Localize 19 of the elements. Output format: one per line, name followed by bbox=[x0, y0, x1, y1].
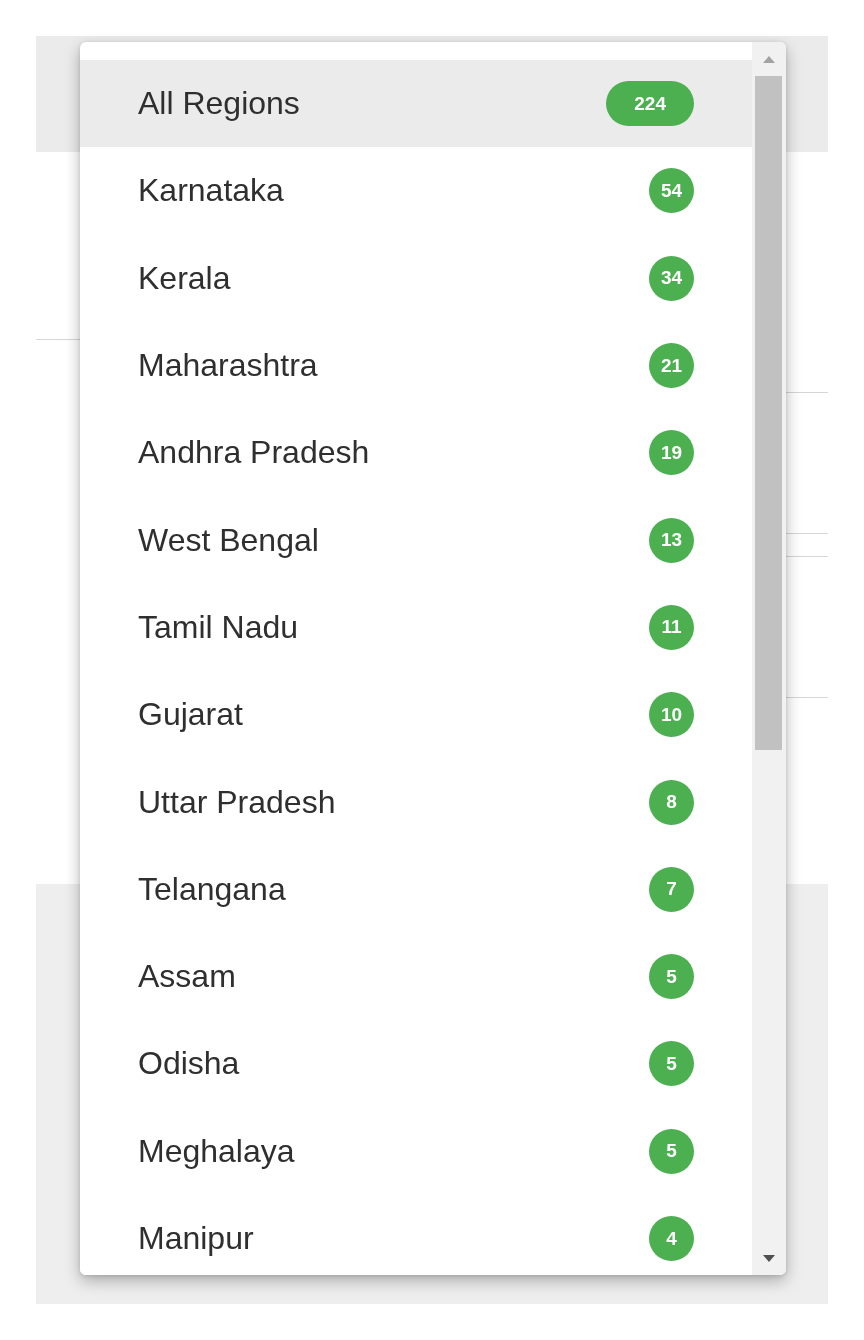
count-badge: 54 bbox=[649, 168, 694, 214]
count-badge: 4 bbox=[649, 1216, 694, 1261]
count-badge: 11 bbox=[649, 604, 694, 650]
scroll-down-icon[interactable] bbox=[763, 1254, 775, 1262]
count-badge: 13 bbox=[649, 517, 694, 563]
count-badge: 19 bbox=[649, 430, 694, 476]
count-badge: 5 bbox=[649, 1041, 694, 1087]
count-badge: 5 bbox=[649, 954, 694, 1000]
count-badge: 224 bbox=[606, 81, 694, 127]
count-badge: 5 bbox=[649, 1128, 694, 1174]
count-badge: 8 bbox=[649, 779, 694, 825]
count-badge: 7 bbox=[649, 866, 694, 912]
count-badge: 10 bbox=[649, 692, 694, 738]
count-badge: 34 bbox=[649, 255, 694, 301]
count-badge: 21 bbox=[649, 343, 694, 389]
scroll-up-icon[interactable] bbox=[763, 55, 775, 63]
menu-item[interactable]: Manipur 4 bbox=[80, 1194, 752, 1275]
menu-item[interactable]: All Regions 224 bbox=[80, 60, 752, 148]
scrollbar-thumb[interactable] bbox=[754, 76, 782, 750]
